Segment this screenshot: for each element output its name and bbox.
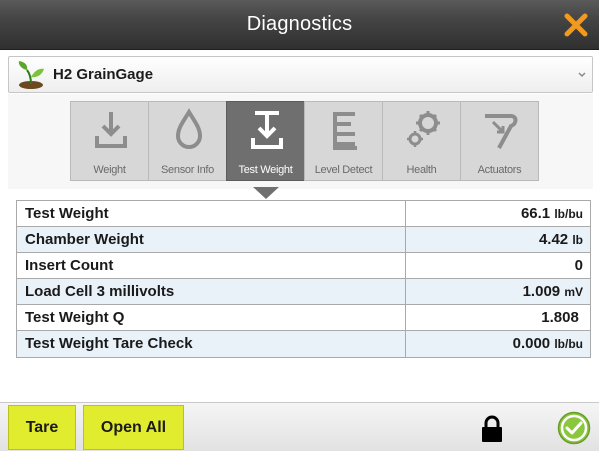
value-number: 0	[574, 257, 583, 274]
tab-health[interactable]: Health	[382, 101, 461, 181]
tab-label: Test Weight	[238, 164, 293, 176]
row-label: Load Cell 3 millivolts	[17, 279, 406, 304]
gears-icon	[407, 111, 440, 147]
value-number: 66.1	[520, 205, 551, 222]
test-weight-icon	[251, 111, 283, 149]
diagnostics-table: Test Weight 66.1 lb/bu Chamber Weight 4.…	[16, 200, 591, 358]
row-value: 0.000 lb/bu	[406, 331, 590, 357]
tab-test-weight[interactable]: Test Weight	[226, 101, 305, 181]
tab-actuators[interactable]: Actuators	[460, 101, 539, 181]
row-label: Chamber Weight	[17, 227, 406, 252]
weight-download-icon	[95, 112, 127, 148]
actuator-icon	[485, 114, 518, 149]
table-row: Test Weight Q 1.808	[17, 305, 590, 331]
row-value: 4.42 lb	[406, 227, 590, 252]
tab-level-detect[interactable]: Level Detect	[304, 101, 383, 181]
row-label: Insert Count	[17, 253, 406, 278]
table-row: Chamber Weight 4.42 lb	[17, 227, 590, 253]
table-row: Test Weight Tare Check 0.000 lb/bu	[17, 331, 590, 357]
tab-label: Level Detect	[314, 164, 373, 176]
value-unit: lb/bu	[554, 207, 583, 221]
value-unit: lb/bu	[554, 337, 583, 351]
table-row: Load Cell 3 millivolts 1.009 mV	[17, 279, 590, 305]
close-icon[interactable]	[562, 11, 590, 39]
tab-label: Health	[406, 164, 437, 176]
row-value: 1.009 mV	[406, 279, 590, 304]
chevron-down-icon[interactable]	[577, 71, 587, 79]
value-unit: lb	[572, 233, 583, 247]
value-number: 0.000	[512, 335, 551, 352]
window-title: Diagnostics	[246, 13, 353, 35]
tab-label: Sensor Info	[161, 164, 214, 176]
row-label: Test Weight	[17, 201, 406, 226]
table-row: Insert Count 0	[17, 253, 590, 279]
title-bar: Diagnostics	[0, 0, 599, 50]
bottom-toolbar: Tare Open All	[0, 402, 599, 451]
row-value: 66.1 lb/bu	[406, 201, 590, 226]
tab-sensor-info[interactable]: Sensor Info	[148, 101, 227, 181]
device-selector[interactable]: H2 GrainGage	[8, 56, 593, 93]
row-label: Test Weight Tare Check	[17, 331, 406, 357]
diagnostics-window: Diagnostics H2 GrainGage Weight Sensor I…	[0, 0, 599, 451]
value-number: 1.009	[522, 283, 561, 300]
tab-label: Weight	[93, 164, 126, 176]
row-label: Test Weight Q	[17, 305, 406, 330]
device-name: H2 GrainGage	[53, 66, 154, 83]
tare-button[interactable]: Tare	[8, 405, 76, 450]
row-value: 1.808	[406, 305, 590, 330]
value-number: 1.808	[541, 309, 579, 326]
value-unit: mV	[564, 285, 583, 299]
active-tab-pointer	[253, 187, 279, 199]
row-value: 0	[406, 253, 590, 278]
table-row: Test Weight 66.1 lb/bu	[17, 201, 590, 227]
tab-label: Actuators	[477, 164, 522, 176]
lock-icon[interactable]	[481, 415, 503, 443]
open-all-button[interactable]: Open All	[83, 405, 184, 450]
check-circle-icon[interactable]	[557, 411, 591, 445]
diagnostic-tabs: Weight Sensor Info Test Weight Level Det…	[8, 94, 593, 189]
value-number: 4.42	[538, 231, 569, 248]
droplet-icon	[175, 108, 203, 149]
sprout-logo-icon	[18, 61, 44, 89]
level-bars-icon	[333, 112, 357, 150]
tab-weight[interactable]: Weight	[70, 101, 149, 181]
